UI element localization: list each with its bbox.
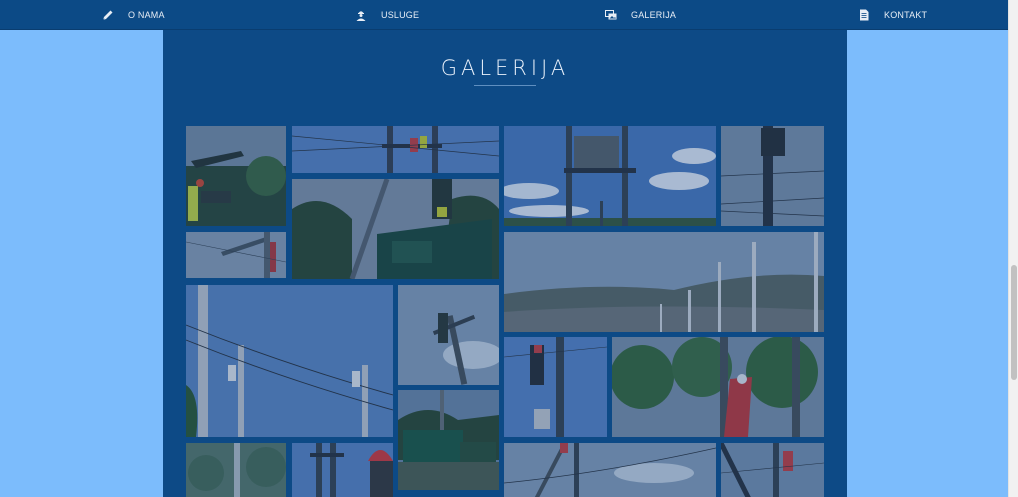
gallery-photo-pole-workers[interactable] [292, 126, 499, 173]
gallery-photo-line-worker[interactable] [186, 285, 393, 437]
document-icon [858, 9, 870, 21]
top-navigation: O NAMA USLUGE GALERIJA KONTAKT [0, 0, 1008, 30]
gallery-photo-crane-pole[interactable] [721, 443, 824, 497]
gallery-photo-pole-climber[interactable] [721, 126, 824, 226]
nav-label-galerija: GALERIJA [631, 10, 677, 20]
gallery-photo-worker-helmet[interactable] [292, 443, 393, 497]
pencil-icon [102, 9, 114, 21]
gallery-photo-green-truck[interactable] [398, 390, 499, 490]
gallery-photo-crane-truck[interactable] [186, 126, 286, 226]
worker-icon [355, 9, 367, 21]
gallery-photo-truck-pole[interactable] [292, 179, 499, 279]
gallery-section: GALERIJA [163, 30, 847, 497]
scrollbar-thumb[interactable] [1011, 265, 1017, 380]
gallery-photo-forest-pole[interactable] [186, 443, 286, 497]
gallery-photo-climber-sky[interactable] [398, 285, 499, 385]
nav-label-o-nama: O NAMA [128, 10, 165, 20]
nav-item-galerija[interactable]: GALERIJA [605, 8, 676, 22]
nav-item-o-nama[interactable]: O NAMA [102, 8, 165, 22]
nav-item-kontakt[interactable]: KONTAKT [858, 8, 927, 22]
gallery-photo-bucket-lift[interactable] [504, 443, 716, 497]
gallery-photo-lineman-pole[interactable] [504, 337, 607, 437]
images-icon [605, 9, 617, 21]
gallery-title: GALERIJA [440, 56, 570, 80]
page-scrollbar[interactable] [1008, 0, 1018, 497]
gallery-photo-landscape-poles[interactable] [504, 232, 824, 332]
gallery-photo-forest-worker[interactable] [612, 337, 824, 437]
title-underline [474, 85, 536, 86]
gallery-photo-pole-top[interactable] [186, 232, 286, 278]
nav-label-usluge: USLUGE [381, 10, 420, 20]
nav-item-usluge[interactable]: USLUGE [355, 8, 419, 22]
gallery-photo-transformer[interactable] [504, 126, 716, 226]
nav-label-kontakt: KONTAKT [884, 10, 928, 20]
